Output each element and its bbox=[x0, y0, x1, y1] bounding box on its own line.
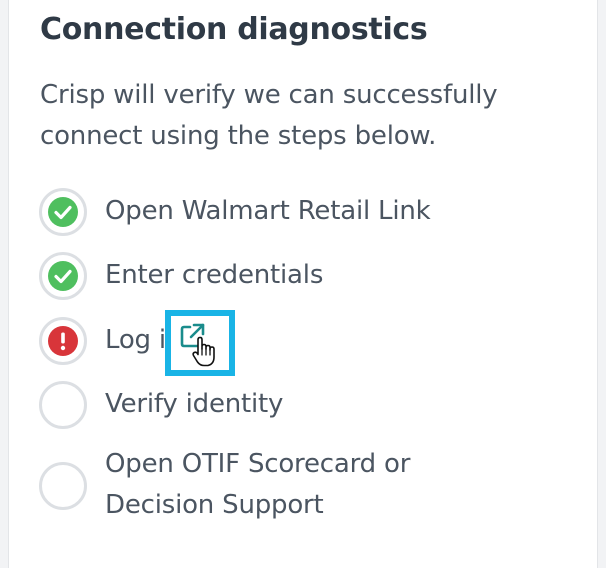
step-status-circle bbox=[39, 188, 87, 236]
step-label: Open Walmart Retail Link bbox=[105, 196, 431, 226]
log-in-external-link[interactable] bbox=[165, 310, 235, 376]
check-icon bbox=[48, 261, 78, 291]
step-label: Enter credentials bbox=[105, 260, 324, 290]
step-status-circle bbox=[39, 317, 87, 365]
check-icon bbox=[48, 197, 78, 227]
step-label: Open OTIF Scorecard or Decision Support bbox=[105, 449, 411, 520]
connection-diagnostics-panel: Connection diagnostics Crisp will verify… bbox=[8, 0, 598, 568]
empty-circle-icon bbox=[39, 462, 87, 510]
step-status-circle bbox=[39, 252, 87, 300]
diagnostic-steps-list: Open Walmart Retail Link Enter credentia… bbox=[39, 0, 589, 568]
hand-pointer-icon bbox=[191, 336, 217, 372]
step-label: Verify identity bbox=[105, 389, 284, 419]
empty-circle-icon bbox=[39, 381, 87, 429]
exclamation-icon bbox=[48, 326, 78, 356]
